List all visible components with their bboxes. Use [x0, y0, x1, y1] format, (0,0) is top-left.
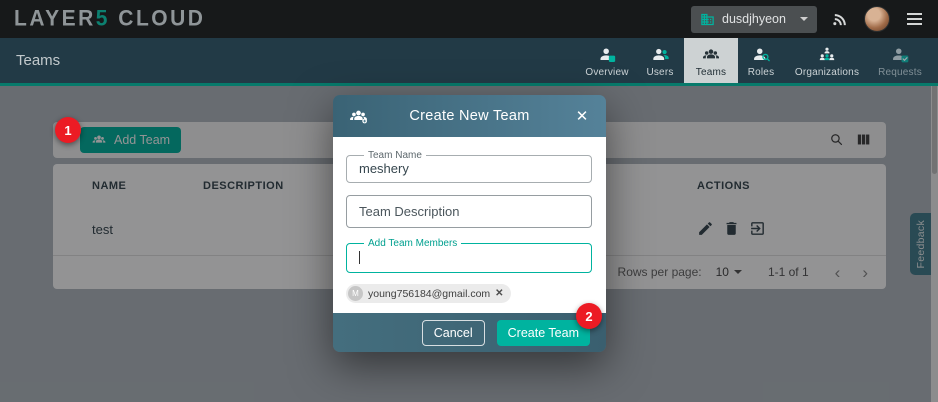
modal-header: Create New Team ✕	[333, 95, 606, 137]
secondary-nav-bar: Teams Overview Users Teams Roles Organiz…	[0, 38, 938, 86]
caret-down-icon	[800, 17, 808, 21]
organization-name: dusdjhyeon	[722, 12, 786, 26]
tab-roles[interactable]: Roles	[738, 38, 784, 83]
remove-member-button[interactable]: ✕	[495, 288, 503, 299]
step-annotation-1: 1	[55, 117, 81, 143]
group-add-icon	[348, 106, 369, 127]
layer5-cloud-logo: LAYER5 CLOUD	[14, 6, 205, 31]
close-icon: ✕	[576, 108, 589, 125]
app-window: LAYER5 CLOUD dusdjhyeon Teams Overview	[0, 0, 938, 402]
team-name-value: meshery	[359, 161, 579, 176]
person-check-icon	[890, 45, 910, 65]
team-description-field[interactable]: Team Description	[346, 195, 592, 228]
tab-requests[interactable]: Requests	[870, 38, 930, 83]
tab-overview[interactable]: Overview	[578, 38, 636, 83]
top-bar: LAYER5 CLOUD dusdjhyeon	[0, 0, 938, 38]
tab-label: Users	[646, 67, 673, 78]
tab-teams[interactable]: Teams	[684, 38, 738, 83]
person-search-icon	[751, 45, 771, 65]
page-title: Teams	[16, 52, 60, 69]
chip-avatar: M	[348, 286, 363, 301]
hamburger-menu-button[interactable]	[905, 9, 924, 29]
tab-label: Requests	[878, 67, 922, 78]
logo-accent-5: 5	[96, 6, 110, 30]
tab-label: Roles	[748, 67, 775, 78]
person-overview-icon	[597, 45, 617, 65]
rss-icon	[832, 11, 849, 28]
modal-footer: Cancel Create Team	[333, 313, 606, 352]
organization-selector[interactable]: dusdjhyeon	[691, 6, 817, 33]
topbar-actions: dusdjhyeon	[691, 6, 924, 33]
tab-label: Overview	[585, 67, 628, 78]
add-team-members-field[interactable]: Add Team Members	[346, 238, 592, 273]
users-icon	[650, 45, 670, 65]
menu-icon	[907, 13, 922, 15]
org-hierarchy-icon	[817, 45, 837, 65]
step-annotation-2: 2	[576, 303, 602, 329]
text-cursor	[359, 251, 360, 264]
teams-group-icon	[701, 45, 721, 65]
logo-text: LAYER	[14, 6, 96, 30]
tab-users[interactable]: Users	[636, 38, 684, 83]
close-icon: ✕	[495, 288, 503, 299]
chip-email: young756184@gmail.com	[368, 288, 490, 300]
nav-tabs: Overview Users Teams Roles Organizations…	[578, 38, 930, 83]
close-modal-button[interactable]: ✕	[570, 104, 594, 128]
cancel-button[interactable]: Cancel	[422, 320, 485, 346]
add-team-members-label: Add Team Members	[364, 238, 461, 249]
create-team-button[interactable]: Create Team	[497, 320, 590, 346]
broadcast-rss-button[interactable]	[832, 11, 849, 28]
member-chip[interactable]: M young756184@gmail.com ✕	[346, 284, 511, 303]
tab-organizations[interactable]: Organizations	[784, 38, 870, 83]
tab-label: Teams	[696, 67, 726, 78]
building-icon	[700, 12, 715, 27]
team-name-label: Team Name	[364, 150, 426, 161]
modal-title: Create New Team	[409, 108, 529, 124]
user-avatar[interactable]	[864, 6, 890, 32]
logo-text-cloud: CLOUD	[110, 6, 206, 30]
create-team-modal: Create New Team ✕ Team Name meshery Team…	[333, 95, 606, 352]
team-name-field[interactable]: Team Name meshery	[346, 150, 592, 183]
modal-body: Team Name meshery Team Description Add T…	[333, 137, 606, 313]
tab-label: Organizations	[795, 67, 859, 78]
